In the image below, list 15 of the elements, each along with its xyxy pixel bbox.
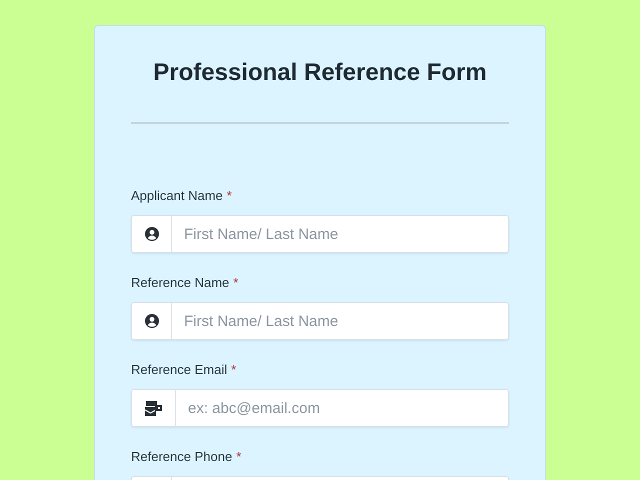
- field-label: Reference Phone: [131, 449, 232, 464]
- form-title: Professional Reference Form: [152, 58, 488, 88]
- text-input[interactable]: First Name/ Last Name: [172, 303, 508, 339]
- required-mark: *: [226, 188, 232, 203]
- field-label: Reference Name: [131, 275, 230, 290]
- text-field[interactable]: First Name/ Last Name: [131, 215, 509, 253]
- text-input[interactable]: First Name/ Last Name: [172, 216, 508, 252]
- field-label: Reference Email: [131, 362, 228, 377]
- text-field[interactable]: First Name/ Last Name: [131, 302, 509, 340]
- field-label: Applicant Name: [131, 188, 223, 203]
- text-input[interactable]: ex: abc@email.com: [176, 390, 508, 426]
- required-mark: *: [236, 449, 242, 464]
- required-mark: *: [233, 275, 238, 290]
- text-field[interactable]: ex: abc@email.com: [131, 389, 509, 427]
- required-mark: *: [231, 362, 236, 377]
